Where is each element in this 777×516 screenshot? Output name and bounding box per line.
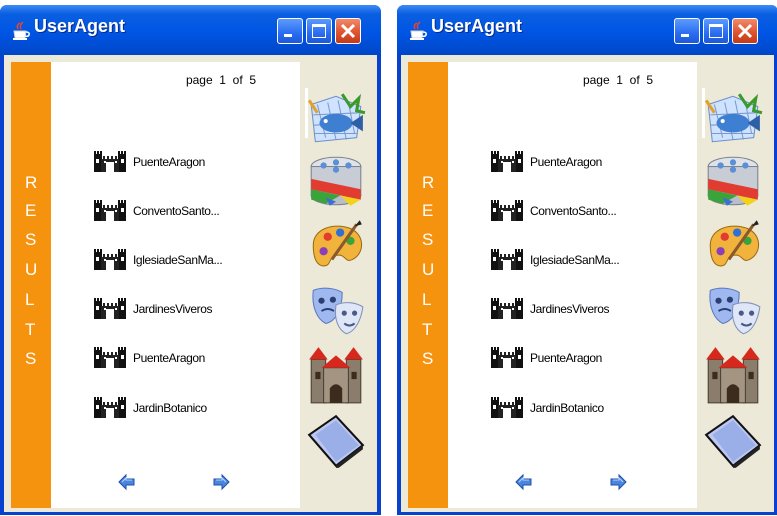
paint-palette-icon[interactable] [305,217,367,273]
result-item-label: JardinBotanico [133,401,207,415]
result-item-label: ConventoSanto... [133,204,220,218]
paint-palette-icon[interactable] [702,217,764,273]
window-title: UserAgent [431,16,523,36]
monument-icon [93,396,127,418]
maximize-icon [709,24,723,38]
results-letter: R [25,173,38,192]
monument-icon [490,248,524,270]
window-useragent-2: UserAgent R E S U L T S page 1 of 5 Puen… [397,5,777,515]
next-page-arrow-icon[interactable] [608,472,628,492]
monument-icon [490,346,524,368]
book-icon[interactable] [702,413,764,469]
maximize-icon [312,24,326,38]
close-icon [340,23,356,39]
category-sidebar [305,55,367,511]
page-indicator: page 1 of 5 [185,73,256,87]
results-letter: S [422,230,434,249]
results-letter: T [422,320,433,339]
monument-icon [490,199,524,221]
results-panel: page 1 of 5 PuenteAragon ConventoSanto..… [51,62,300,508]
monument-icon [490,297,524,319]
maximize-button[interactable] [306,18,332,44]
results-letter: U [422,260,435,279]
castle-icon[interactable] [305,345,367,407]
result-item-label: JardinesViveros [133,302,213,316]
window-client: R E S U L T S page 1 of 5 PuenteAragon C… [4,55,377,512]
minimize-button[interactable] [277,18,303,44]
result-item-label: IglesiadeSanMa... [133,253,223,267]
page-indicator: page 1 of 5 [582,73,653,87]
results-band: R E S U L T S [11,62,51,508]
close-icon [737,23,753,39]
monument-icon [490,396,524,418]
book-icon[interactable] [305,413,367,469]
window-title: UserAgent [34,16,126,36]
maximize-button[interactable] [703,18,729,44]
close-button[interactable] [335,18,361,44]
java-cup-icon [13,21,30,40]
next-page-arrow-icon[interactable] [211,472,231,492]
result-item-label: PuenteAragon [530,155,602,169]
minimize-icon [284,34,292,37]
fish-net-icon[interactable] [702,91,764,147]
result-item-label: JardinBotanico [530,401,604,415]
title-bar[interactable]: UserAgent [397,5,777,55]
theater-masks-icon[interactable] [702,281,764,337]
result-item-label: PuenteAragon [530,351,602,365]
result-item-label: IglesiadeSanMa... [530,253,620,267]
result-item-label: JardinesViveros [530,302,610,316]
monument-icon [93,248,127,270]
result-item-label: ConventoSanto... [530,204,617,218]
results-letter: E [25,201,37,220]
monument-icon [93,150,127,172]
previous-page-arrow-icon[interactable] [117,472,137,492]
castle-icon[interactable] [702,345,764,407]
results-letter: U [25,260,38,279]
monument-icon [93,297,127,319]
close-button[interactable] [732,18,758,44]
results-letter: E [422,201,434,220]
results-panel: page 1 of 5 PuenteAragon ConventoSanto..… [448,62,697,508]
film-reel-icon[interactable] [305,153,367,209]
results-letter: S [25,230,37,249]
monument-icon [490,150,524,172]
previous-page-arrow-icon[interactable] [514,472,534,492]
results-letter: S [422,349,434,368]
results-letter: L [422,290,432,309]
result-item-label: PuenteAragon [133,351,205,365]
title-bar[interactable]: UserAgent [0,5,381,55]
monument-icon [93,199,127,221]
results-letter: R [422,173,435,192]
java-cup-icon [410,21,427,40]
window-useragent-1: UserAgent R E S U L T S page 1 of 5 Puen… [0,5,381,515]
results-letter: L [25,290,35,309]
theater-masks-icon[interactable] [305,281,367,337]
film-reel-icon[interactable] [702,153,764,209]
results-band: R E S U L T S [408,62,448,508]
monument-icon [93,346,127,368]
minimize-button[interactable] [674,18,700,44]
results-letter: T [25,320,36,339]
category-sidebar [702,55,764,511]
window-client: R E S U L T S page 1 of 5 PuenteAragon C… [401,55,774,512]
minimize-icon [681,34,689,37]
result-item-label: PuenteAragon [133,155,205,169]
results-letter: S [25,349,37,368]
fish-net-icon[interactable] [305,91,367,147]
